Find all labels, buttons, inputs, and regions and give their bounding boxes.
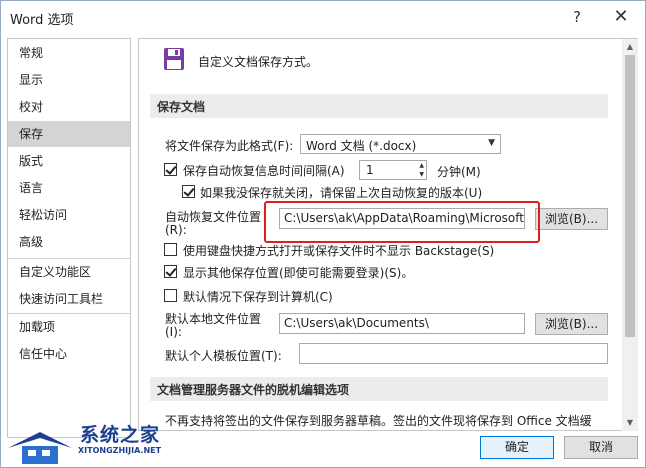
nav-item-trust-center[interactable]: 信任中心 (8, 341, 130, 367)
minutes-label: 分钟(M) (437, 165, 481, 179)
cancel-button[interactable]: 取消 (564, 436, 638, 459)
default-local-location-input[interactable]: C:\Users\ak\Documents\ (279, 313, 525, 334)
content-scrollbar[interactable]: ▲ ▼ (622, 39, 638, 431)
nav-item-accessibility[interactable]: 轻松访问 (8, 202, 130, 228)
no-backstage-label: 使用键盘快捷方式打开或保存文件时不显示 Backstage(S) (183, 244, 495, 258)
section-title: 保存文档 (157, 100, 206, 114)
autorecover-label: 保存自动恢复信息时间间隔(A) (183, 164, 345, 178)
show-other-locations-checkbox[interactable] (164, 265, 177, 278)
spin-down-icon[interactable]: ▼ (419, 171, 424, 179)
save-to-computer-label: 默认情况下保存到计算机(C) (183, 290, 333, 304)
chevron-down-icon: ▼ (488, 138, 495, 148)
format-label: 将文件保存为此格式(F): (165, 139, 294, 153)
nav-item-layout[interactable]: 版式 (8, 148, 130, 174)
template-location-input[interactable] (299, 343, 608, 364)
browse-default-local-button[interactable]: 浏览(B)... (535, 313, 608, 335)
nav-item-quick-access[interactable]: 快速访问工具栏 (8, 286, 130, 312)
autorecover-location-label-key: (R): (165, 223, 187, 237)
nav-item-customize-ribbon[interactable]: 自定义功能区 (8, 259, 130, 285)
watermark-title: 系统之家 (80, 424, 161, 446)
autorecover-checkbox[interactable] (164, 163, 177, 176)
section-save-documents: 保存文档 (150, 94, 608, 118)
format-select-value: Word 文档 (*.docx) (306, 139, 417, 153)
show-other-locations-label: 显示其他保存位置(即使可能需要登录)(S)。 (183, 266, 414, 280)
scroll-thumb[interactable] (625, 55, 635, 337)
keep-last-version-checkbox[interactable] (182, 185, 195, 198)
ok-button[interactable]: 确定 (480, 436, 554, 459)
nav-item-save[interactable]: 保存 (8, 121, 130, 147)
scroll-down-icon[interactable]: ▼ (622, 416, 638, 430)
spinner-value: 1 (366, 163, 374, 177)
options-nav: 常规 显示 校对 保存 版式 语言 轻松访问 高级 自定义功能区 快速访问工具栏… (7, 38, 131, 438)
nav-item-addins[interactable]: 加载项 (8, 314, 130, 340)
browse-autorecover-button[interactable]: 浏览(B)... (535, 208, 608, 230)
nav-item-display[interactable]: 显示 (8, 67, 130, 93)
watermark-subtitle: XITONGZHIJIA.NET (78, 446, 162, 455)
close-button[interactable]: ✕ (607, 5, 635, 29)
spin-up-icon[interactable]: ▲ (419, 162, 424, 170)
format-select[interactable]: Word 文档 (*.docx) ▼ (300, 134, 501, 154)
highlight-annotation (264, 201, 540, 243)
no-backstage-checkbox[interactable] (164, 243, 177, 256)
template-location-label: 默认个人模板位置(T): (165, 349, 282, 363)
nav-item-advanced[interactable]: 高级 (8, 229, 130, 255)
save-disk-icon (164, 48, 184, 70)
section-offline-editing: 文档管理服务器文件的脱机编辑选项 (150, 377, 608, 401)
nav-item-proofing[interactable]: 校对 (8, 94, 130, 120)
dialog-title: Word 选项 (10, 13, 74, 28)
nav-item-language[interactable]: 语言 (8, 175, 130, 201)
save-to-computer-checkbox[interactable] (164, 289, 177, 302)
default-local-location-label-key: (I): (165, 325, 182, 339)
title-bar: Word 选项 ? ✕ (1, 1, 645, 33)
autorecover-minutes-spinner[interactable]: 1 ▲ ▼ (359, 160, 427, 180)
help-button[interactable]: ? (563, 5, 591, 29)
section-title: 文档管理服务器文件的脱机编辑选项 (157, 383, 350, 397)
keep-last-version-label: 如果我没保存就关闭，请保留上次自动恢复的版本(U) (200, 186, 483, 200)
offline-note: 不再支持将签出的文件保存到服务器草稿。签出的文件现将保存到 Office 文档缓 (165, 414, 592, 428)
nav-item-general[interactable]: 常规 (8, 40, 130, 66)
scroll-up-icon[interactable]: ▲ (622, 40, 638, 54)
page-header-text: 自定义文档保存方式。 (198, 55, 319, 69)
